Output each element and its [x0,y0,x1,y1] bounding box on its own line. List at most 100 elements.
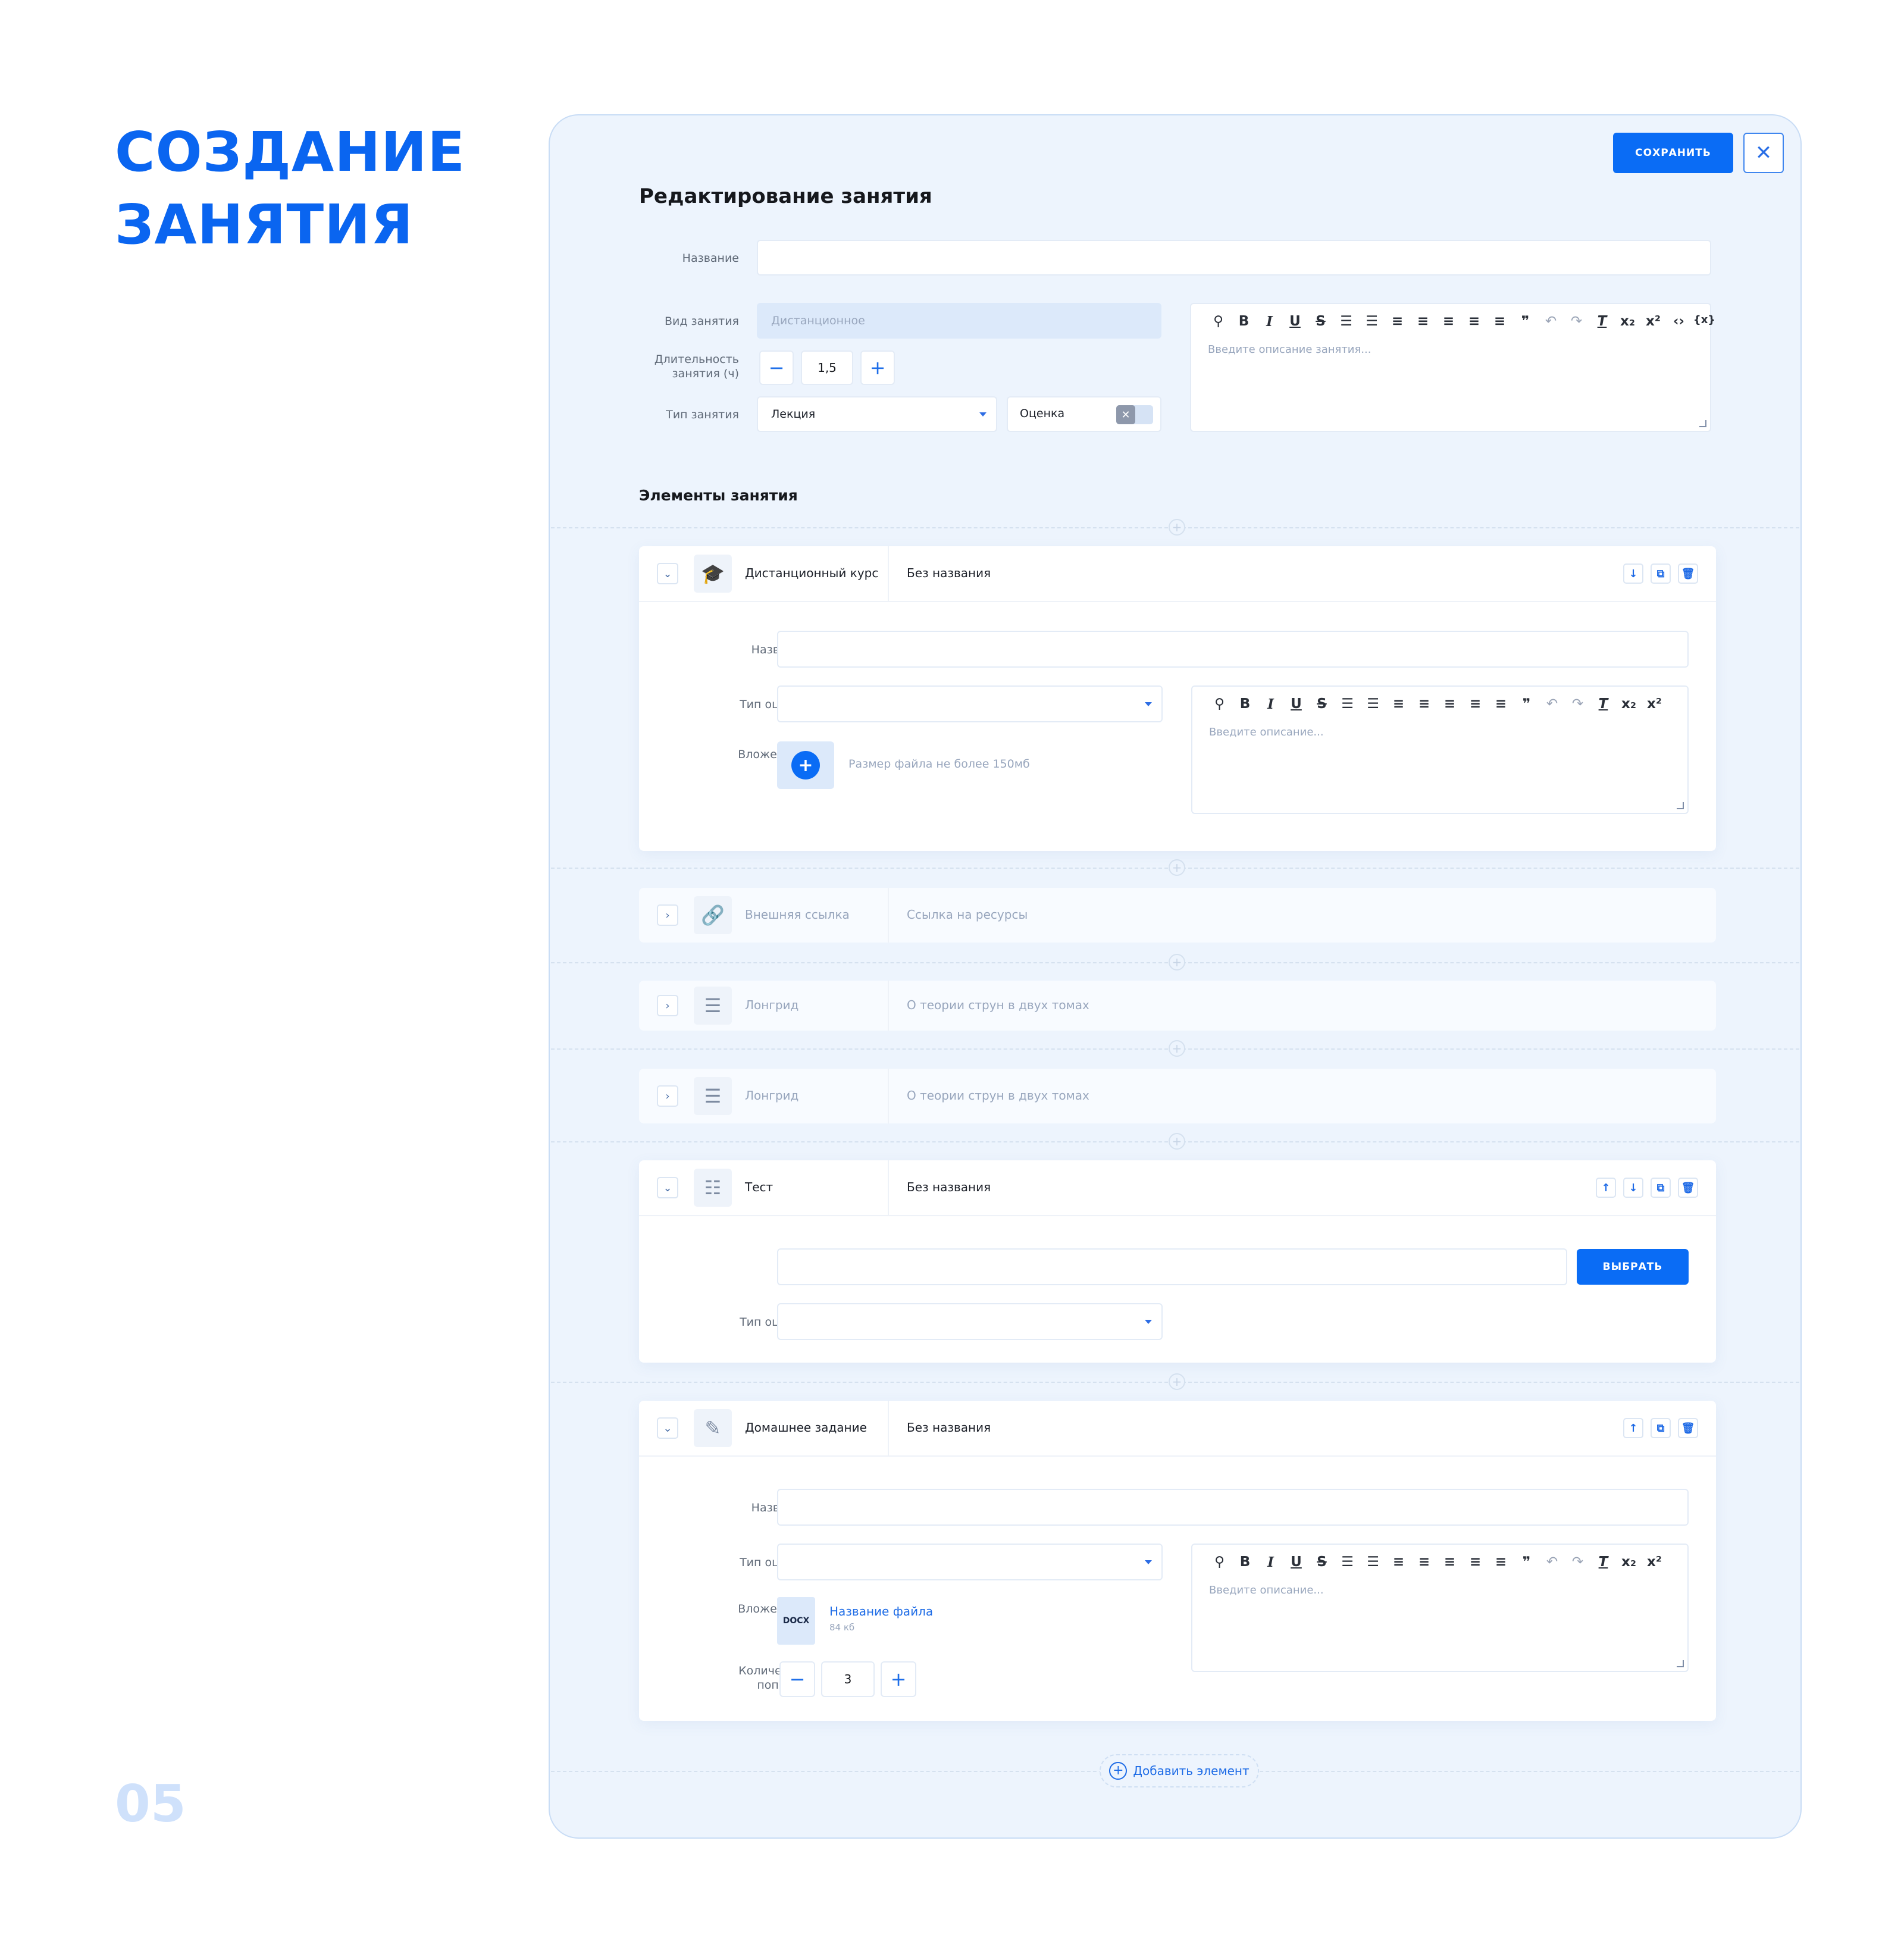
insert-plus-icon[interactable]: + [1169,519,1185,536]
course-grade-select[interactable] [777,685,1163,722]
delete-button[interactable]: 🗑 [1678,1178,1698,1198]
clear-format-icon[interactable]: T [1589,314,1615,330]
outdent-icon[interactable]: ≡ [1463,696,1488,712]
italic-icon[interactable]: I [1257,314,1282,330]
italic-icon[interactable]: I [1258,1554,1283,1570]
lesson-description-editor[interactable]: ⚲ B I U S ☰ ☰ ≡ ≡ ≡ ≡ ≡ ❞ ↶ ↷ T x₂ x² ‹›… [1190,303,1715,432]
expand-button[interactable]: › [657,1085,678,1107]
strikethrough-icon[interactable]: S [1309,1554,1335,1570]
homework-name-input[interactable] [777,1489,1689,1526]
expand-button[interactable]: › [657,995,678,1016]
delete-button[interactable]: 🗑 [1678,563,1698,584]
search-icon[interactable]: ⚲ [1205,314,1231,330]
bullet-list-icon[interactable]: ☰ [1333,314,1359,330]
indent-icon[interactable]: ≡ [1488,696,1514,712]
move-up-button[interactable]: ↑ [1596,1178,1616,1198]
indent-icon[interactable]: ≡ [1488,1554,1514,1570]
insert-plus-icon[interactable]: + [1169,859,1185,876]
align-left-icon[interactable]: ≡ [1386,1554,1411,1570]
expand-button[interactable]: › [657,904,678,926]
insert-plus-icon[interactable]: + [1169,1133,1185,1150]
redo-icon[interactable]: ↷ [1565,696,1590,712]
delete-button[interactable]: 🗑 [1678,1418,1698,1438]
file-upload-tile[interactable]: + [777,741,834,789]
duplicate-button[interactable]: ⧉ [1651,1418,1671,1438]
duration-decrement-button[interactable]: − [759,350,794,385]
insert-plus-icon[interactable]: + [1169,1040,1185,1057]
resize-handle[interactable] [1677,1660,1684,1667]
element-block-longread[interactable]: › ☰ Лонгрид О теории струн в двух томах [639,981,1716,1031]
undo-icon[interactable]: ↶ [1538,314,1564,330]
move-down-button[interactable]: ↓ [1623,563,1643,584]
subscript-icon[interactable]: x₂ [1616,696,1642,712]
duration-increment-button[interactable]: + [860,350,895,385]
subscript-icon[interactable]: x₂ [1616,1554,1642,1570]
quote-icon[interactable]: ❞ [1514,696,1539,712]
element-block-external-link[interactable]: › 🔗 Внешняя ссылка Ссылка на ресурсы [639,888,1716,943]
resize-handle[interactable] [1699,420,1706,427]
numbered-list-icon[interactable]: ☰ [1360,1554,1386,1570]
code-icon[interactable]: ‹› [1666,314,1692,330]
align-left-icon[interactable]: ≡ [1386,696,1411,712]
bold-icon[interactable]: B [1232,1554,1258,1570]
close-button[interactable]: ✕ [1743,133,1784,173]
add-element-button[interactable]: + Добавить элемент [1100,1754,1259,1787]
outdent-icon[interactable]: ≡ [1463,1554,1488,1570]
superscript-icon[interactable]: x² [1640,314,1666,330]
bold-icon[interactable]: B [1232,696,1258,712]
test-grade-select[interactable] [777,1303,1163,1340]
duplicate-button[interactable]: ⧉ [1651,1178,1671,1198]
align-right-icon[interactable]: ≡ [1437,696,1463,712]
attempts-decrement-button[interactable]: − [779,1661,815,1697]
redo-icon[interactable]: ↷ [1564,314,1589,330]
course-name-input[interactable] [777,631,1689,668]
search-icon[interactable]: ⚲ [1207,1554,1232,1570]
duration-value[interactable]: 1,5 [801,350,853,385]
superscript-icon[interactable]: x² [1642,1554,1667,1570]
underline-icon[interactable]: U [1283,696,1309,712]
insert-plus-icon[interactable]: + [1169,954,1185,970]
lesson-name-input[interactable] [757,240,1711,276]
indent-icon[interactable]: ≡ [1487,314,1512,330]
quote-icon[interactable]: ❞ [1512,314,1538,330]
variable-icon[interactable]: {x} [1692,314,1717,330]
strikethrough-icon[interactable]: S [1308,314,1333,330]
insert-plus-icon[interactable]: + [1169,1373,1185,1390]
align-right-icon[interactable]: ≡ [1436,314,1461,330]
move-up-button[interactable]: ↑ [1623,1418,1643,1438]
lesson-type-select[interactable]: Лекция [757,396,997,432]
homework-grade-select[interactable] [777,1544,1163,1580]
redo-icon[interactable]: ↷ [1565,1554,1590,1570]
test-input[interactable] [777,1248,1567,1285]
outdent-icon[interactable]: ≡ [1461,314,1487,330]
duplicate-button[interactable]: ⧉ [1651,563,1671,584]
bullet-list-icon[interactable]: ☰ [1335,1554,1360,1570]
attempts-increment-button[interactable]: + [881,1661,916,1697]
underline-icon[interactable]: U [1283,1554,1309,1570]
select-test-button[interactable]: ВЫБРАТЬ [1577,1249,1689,1285]
align-left-icon[interactable]: ≡ [1385,314,1410,330]
homework-description-editor[interactable]: ⚲ B I U S ☰ ☰ ≡ ≡ ≡ ≡ ≡ ❞ ↶ ↷ T x₂ x² Вв… [1191,1544,1689,1672]
undo-icon[interactable]: ↶ [1539,1554,1565,1570]
attached-file-link[interactable]: Название файла [829,1604,933,1618]
clear-format-icon[interactable]: T [1590,1554,1616,1570]
align-center-icon[interactable]: ≡ [1411,1554,1437,1570]
grade-toggle[interactable]: ✕ [1116,405,1153,424]
undo-icon[interactable]: ↶ [1539,696,1565,712]
subscript-icon[interactable]: x₂ [1615,314,1640,330]
superscript-icon[interactable]: x² [1642,696,1667,712]
bold-icon[interactable]: B [1231,314,1257,330]
collapse-button[interactable]: ⌄ [657,1177,678,1198]
clear-format-icon[interactable]: T [1590,696,1616,712]
collapse-button[interactable]: ⌄ [657,563,678,584]
resize-handle[interactable] [1677,802,1684,809]
element-block-longread[interactable]: › ☰ Лонгрид О теории струн в двух томах [639,1069,1716,1123]
search-icon[interactable]: ⚲ [1207,696,1232,712]
align-center-icon[interactable]: ≡ [1410,314,1436,330]
course-description-editor[interactable]: ⚲ B I U S ☰ ☰ ≡ ≡ ≡ ≡ ≡ ❞ ↶ ↷ T x₂ x² Вв… [1191,685,1689,814]
align-center-icon[interactable]: ≡ [1411,696,1437,712]
bullet-list-icon[interactable]: ☰ [1335,696,1360,712]
save-button[interactable]: СОХРАНИТЬ [1613,133,1733,173]
attempts-value[interactable]: 3 [821,1661,875,1697]
align-right-icon[interactable]: ≡ [1437,1554,1463,1570]
